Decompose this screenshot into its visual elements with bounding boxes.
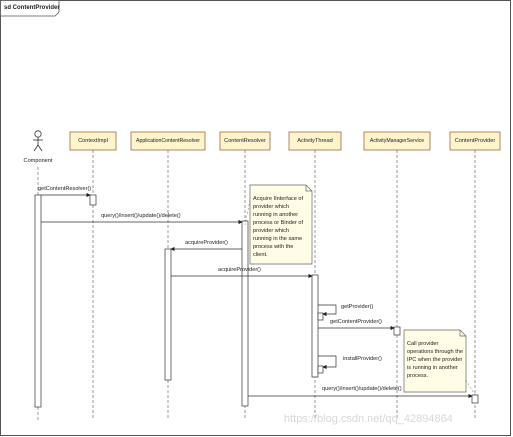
activation-activitythread-nested-1 [317,312,324,321]
participant-label-contextimpl: ContextImpl [78,138,108,144]
message-label-getcontentresolver: getContentResolver() [38,186,92,192]
message-label-acquireprovider-2: acquireProvider() [218,267,261,273]
participant-label-appresolver: ApplicationContentResolver [135,138,200,144]
message-label-getprovider: getProvider() [341,304,374,310]
activation-activitythread [311,274,319,378]
activation-provider [471,394,479,404]
activation-appresolver [164,248,172,381]
activation-contextimpl [89,194,97,206]
activation-ams [393,326,401,336]
participant-label-component: Component [23,158,53,164]
watermark: https://blog.csdn.net/qq_42894864 [284,413,453,425]
participant-label-ams: ActivityManagerService [369,138,425,144]
message-label-acquireprovider-1: acquireProvider() [185,240,228,246]
sequence-diagram: sd ContentProvider Component ContextImpl… [0,0,513,437]
activation-activitythread-nested-2 [317,365,324,374]
activation-component [34,194,42,408]
participant-label-resolver: ContentResolver [224,138,266,144]
message-label-query-1: query()/insert()/update()/delete() [101,213,181,219]
message-label-query-2: query()/insert()/update()/delete() [322,386,402,392]
note-text-2: Call provider operations through the IPC… [407,341,463,379]
diagram-title: sd ContentProvider [4,5,60,11]
activation-resolver [241,220,249,407]
participant-label-provider: ContentProvider [454,138,496,144]
message-label-installprovider: installProvider() [343,356,382,362]
message-label-getcontentprovider: getContentProvider() [330,319,382,325]
participant-label-activitythread: ActivityThread [297,138,333,144]
note-text-1: Acquire IInterface of provider which run… [253,196,304,258]
